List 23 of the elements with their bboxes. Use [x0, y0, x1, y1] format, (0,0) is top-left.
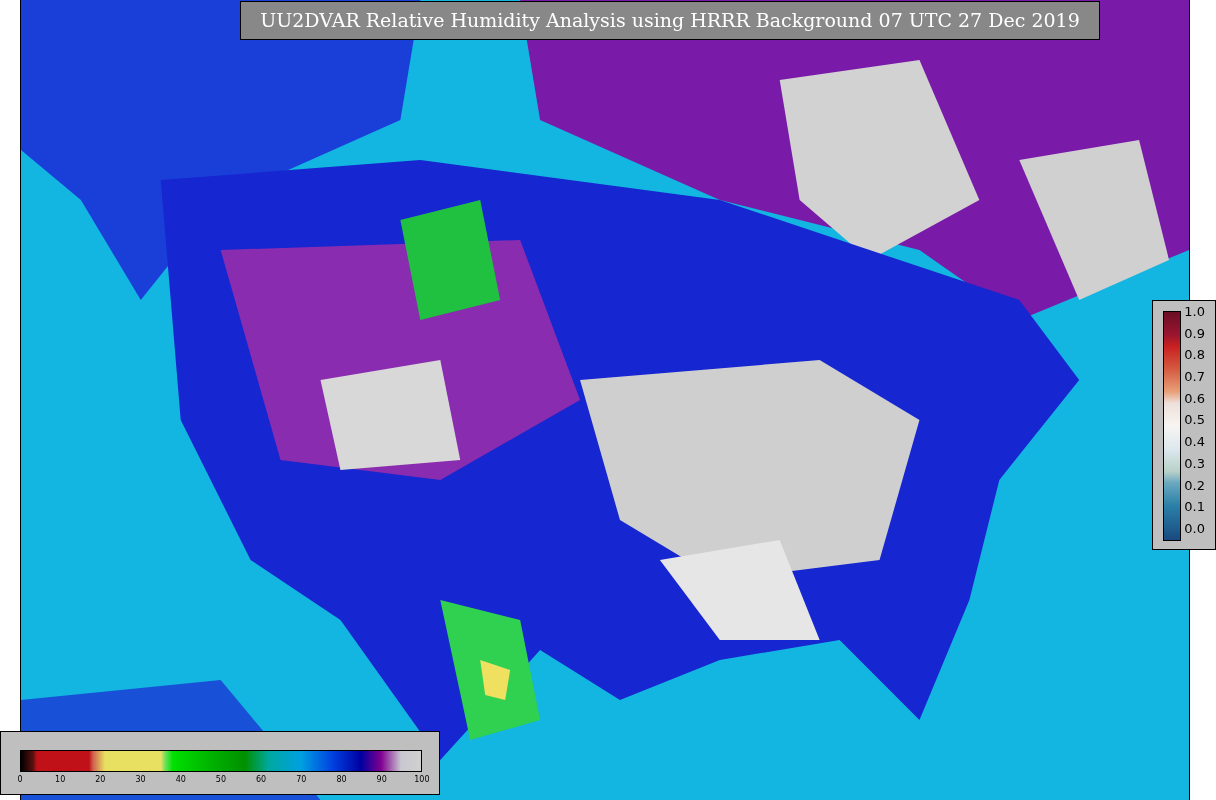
colorbar-tick-label: 10	[54, 775, 67, 785]
colorbar-tick-label: 30	[134, 775, 147, 785]
colorbar-tick-label: 80	[335, 775, 348, 785]
colorbar-tick-label: 0.1	[1184, 500, 1205, 514]
colorbar-tick-label: 0.2	[1184, 478, 1205, 492]
colorbar-tick-label: 0	[16, 775, 24, 785]
colorbar-tick-label: 20	[94, 775, 107, 785]
chart-title: UU2DVAR Relative Humidity Analysis using HRRR Background 07 UTC 27 Dec 2019	[240, 1, 1100, 40]
colorbar-tick-label: 0.6	[1184, 391, 1205, 405]
colorbar-tick-label: 0.8	[1184, 348, 1205, 362]
colorbar-tick-label: 60	[255, 775, 268, 785]
colorbar-tick-label: 90	[375, 775, 388, 785]
colorbar-tick-label: 0.3	[1184, 456, 1205, 470]
colorbar-tick-label: 100	[413, 775, 431, 785]
colorbar-tick-label: 70	[295, 775, 308, 785]
colorbar-tick-label: 0.0	[1184, 521, 1205, 535]
colorbar-tick-label: 40	[174, 775, 187, 785]
colorbar-tick-label: 0.9	[1184, 326, 1205, 340]
colorbar-tick-label: 0.5	[1184, 413, 1205, 427]
colorbar-tick-label: 0.7	[1184, 370, 1205, 384]
colorbar-tick-label: 1.0	[1184, 305, 1205, 318]
colorbar-tick-label: 50	[214, 775, 228, 785]
colorbar-tick-label: 0.4	[1184, 435, 1205, 449]
